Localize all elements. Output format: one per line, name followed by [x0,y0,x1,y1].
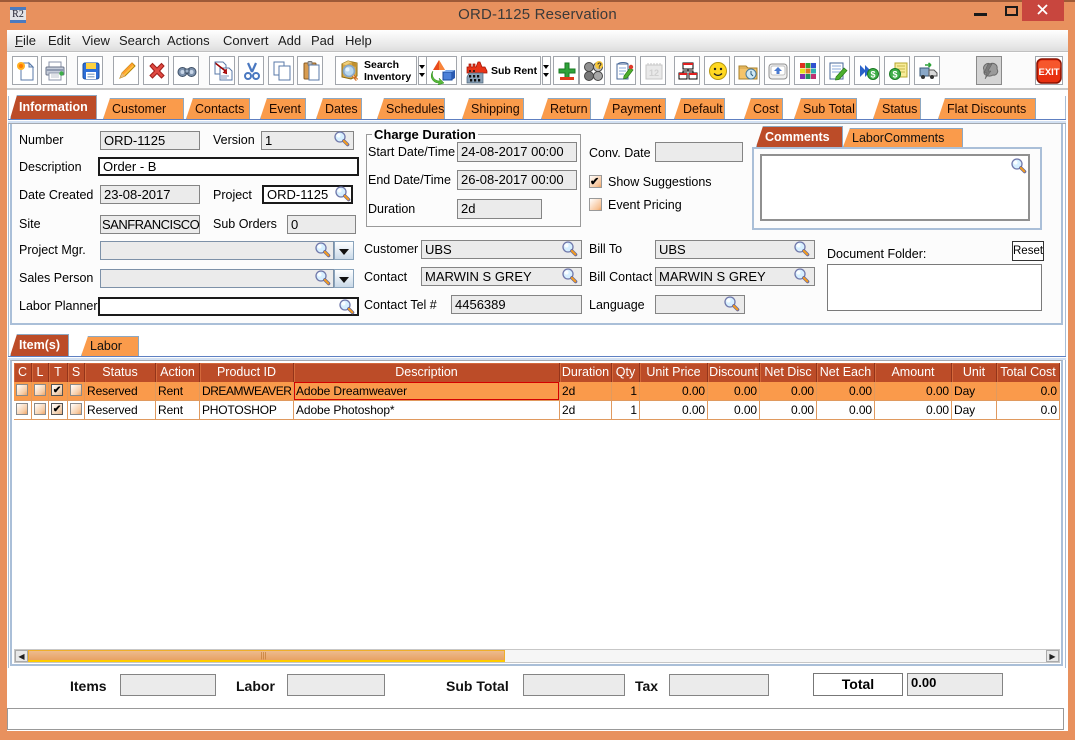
svg-text:?: ? [597,62,602,71]
svg-text:$: $ [871,70,876,80]
svg-text:$: $ [893,70,898,80]
svg-text:EXIT: EXIT [1039,67,1060,78]
svg-text:12: 12 [649,68,659,78]
